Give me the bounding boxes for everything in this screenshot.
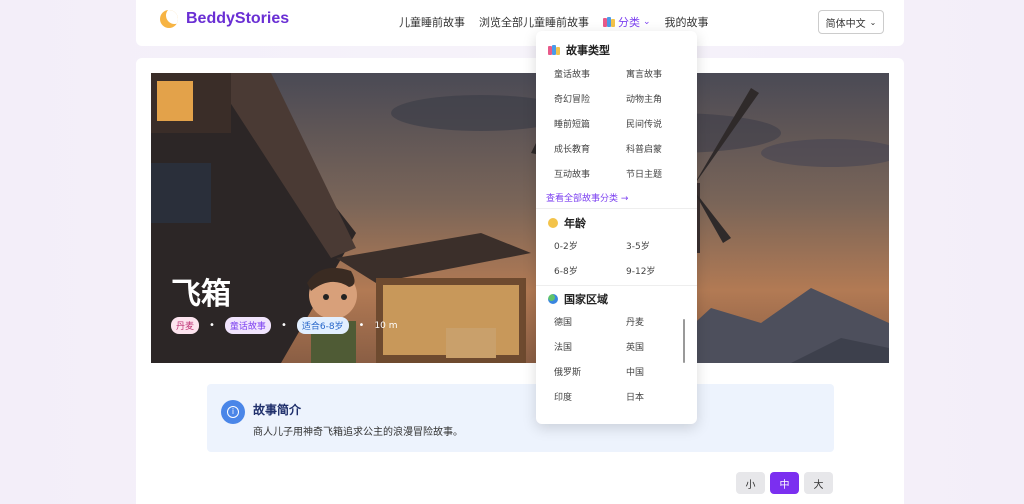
story-summary-box: i 故事简介 商人儿子用神奇飞箱追求公主的浪漫冒险故事。 (207, 384, 834, 452)
divider (536, 208, 697, 209)
nav-categories[interactable]: 分类 ⌄ (603, 14, 651, 30)
category-item[interactable]: 科普启蒙 (626, 142, 662, 155)
region-item[interactable]: 俄罗斯 (554, 365, 581, 378)
story-duration: 10 m (374, 320, 398, 331)
language-label: 简体中文 (825, 18, 866, 30)
separator-dot: • (209, 320, 215, 331)
books-icon (603, 17, 615, 27)
story-title: 飞箱 (171, 277, 231, 312)
nav-categories-label: 分类 (618, 16, 640, 29)
font-size-large-button[interactable]: 大 (804, 472, 833, 494)
category-item[interactable]: 奇幻冒险 (554, 92, 590, 105)
brand-logo[interactable]: BeddyStories (160, 10, 289, 28)
category-item[interactable]: 成长教育 (554, 142, 590, 155)
dropdown-scrollbar[interactable] (683, 319, 685, 363)
moon-icon (160, 10, 178, 28)
font-size-switcher: 小 中 大 (736, 472, 833, 494)
top-header: BeddyStories 儿童睡前故事 浏览全部儿童睡前故事 分类 ⌄ 我的故事… (136, 0, 904, 46)
age-item[interactable]: 3-5岁 (626, 239, 650, 252)
font-size-small-button[interactable]: 小 (736, 472, 765, 494)
category-item[interactable]: 民间传说 (626, 117, 662, 130)
story-types-heading-label: 故事类型 (566, 44, 610, 57)
category-item[interactable]: 童话故事 (554, 67, 590, 80)
age-heading-label: 年龄 (564, 217, 586, 230)
info-icon: i (221, 400, 245, 424)
region-item[interactable]: 日本 (626, 390, 644, 403)
separator-dot: • (358, 320, 365, 331)
summary-text: 商人儿子用神奇飞箱追求公主的浪漫冒险故事。 (253, 427, 463, 438)
nav-my-stories[interactable]: 我的故事 (665, 14, 709, 30)
font-size-medium-button[interactable]: 中 (770, 472, 799, 494)
baby-icon (548, 218, 558, 228)
chevron-down-icon: ⌄ (869, 17, 877, 27)
language-select[interactable]: 简体中文 ⌄ (818, 10, 884, 34)
region-heading-label: 国家区域 (564, 293, 608, 306)
tag-category[interactable]: 童话故事 (224, 317, 271, 334)
chevron-down-icon: ⌄ (643, 17, 651, 27)
story-card: 飞箱 丹麦 • 童话故事 • 适合6-8岁 • 10 m i 故事简介 商人儿子… (136, 58, 904, 504)
divider (536, 285, 697, 286)
age-heading: 年龄 (548, 215, 586, 231)
view-all-categories-link[interactable]: 查看全部故事分类 → (546, 191, 628, 204)
categories-dropdown: 故事类型 童话故事 寓言故事 奇幻冒险 动物主角 睡前短篇 民间传说 成长教育 … (536, 31, 697, 424)
story-types-heading: 故事类型 (548, 42, 610, 58)
story-tags: 丹麦 • 童话故事 • 适合6-8岁 • 10 m (171, 317, 398, 334)
summary-title: 故事简介 (253, 403, 302, 417)
category-item[interactable]: 睡前短篇 (554, 117, 590, 130)
category-item[interactable]: 寓言故事 (626, 67, 662, 80)
region-item[interactable]: 中国 (626, 365, 644, 378)
category-item[interactable]: 互动故事 (554, 167, 590, 180)
globe-icon (548, 294, 558, 304)
books-icon (548, 45, 560, 55)
nav-bedtime-stories[interactable]: 儿童睡前故事 (399, 14, 465, 30)
age-item[interactable]: 9-12岁 (626, 264, 655, 277)
main-nav: 儿童睡前故事 浏览全部儿童睡前故事 分类 ⌄ 我的故事 (399, 14, 709, 30)
region-item[interactable]: 德国 (554, 315, 572, 328)
tag-country[interactable]: 丹麦 (171, 317, 200, 334)
region-item[interactable]: 印度 (554, 390, 572, 403)
age-item[interactable]: 6-8岁 (554, 264, 578, 277)
age-item[interactable]: 0-2岁 (554, 239, 578, 252)
story-hero-image: 飞箱 丹麦 • 童话故事 • 适合6-8岁 • 10 m (151, 73, 889, 363)
category-item[interactable]: 动物主角 (626, 92, 662, 105)
category-item[interactable]: 节日主题 (626, 167, 662, 180)
brand-name: BeddyStories (186, 10, 290, 27)
region-heading: 国家区域 (548, 291, 608, 307)
region-item[interactable]: 法国 (554, 340, 572, 353)
region-item[interactable]: 丹麦 (626, 315, 644, 328)
region-item[interactable]: 英国 (626, 340, 644, 353)
tag-age[interactable]: 适合6-8岁 (296, 317, 349, 334)
nav-browse-all[interactable]: 浏览全部儿童睡前故事 (479, 14, 589, 30)
separator-dot: • (280, 320, 287, 331)
